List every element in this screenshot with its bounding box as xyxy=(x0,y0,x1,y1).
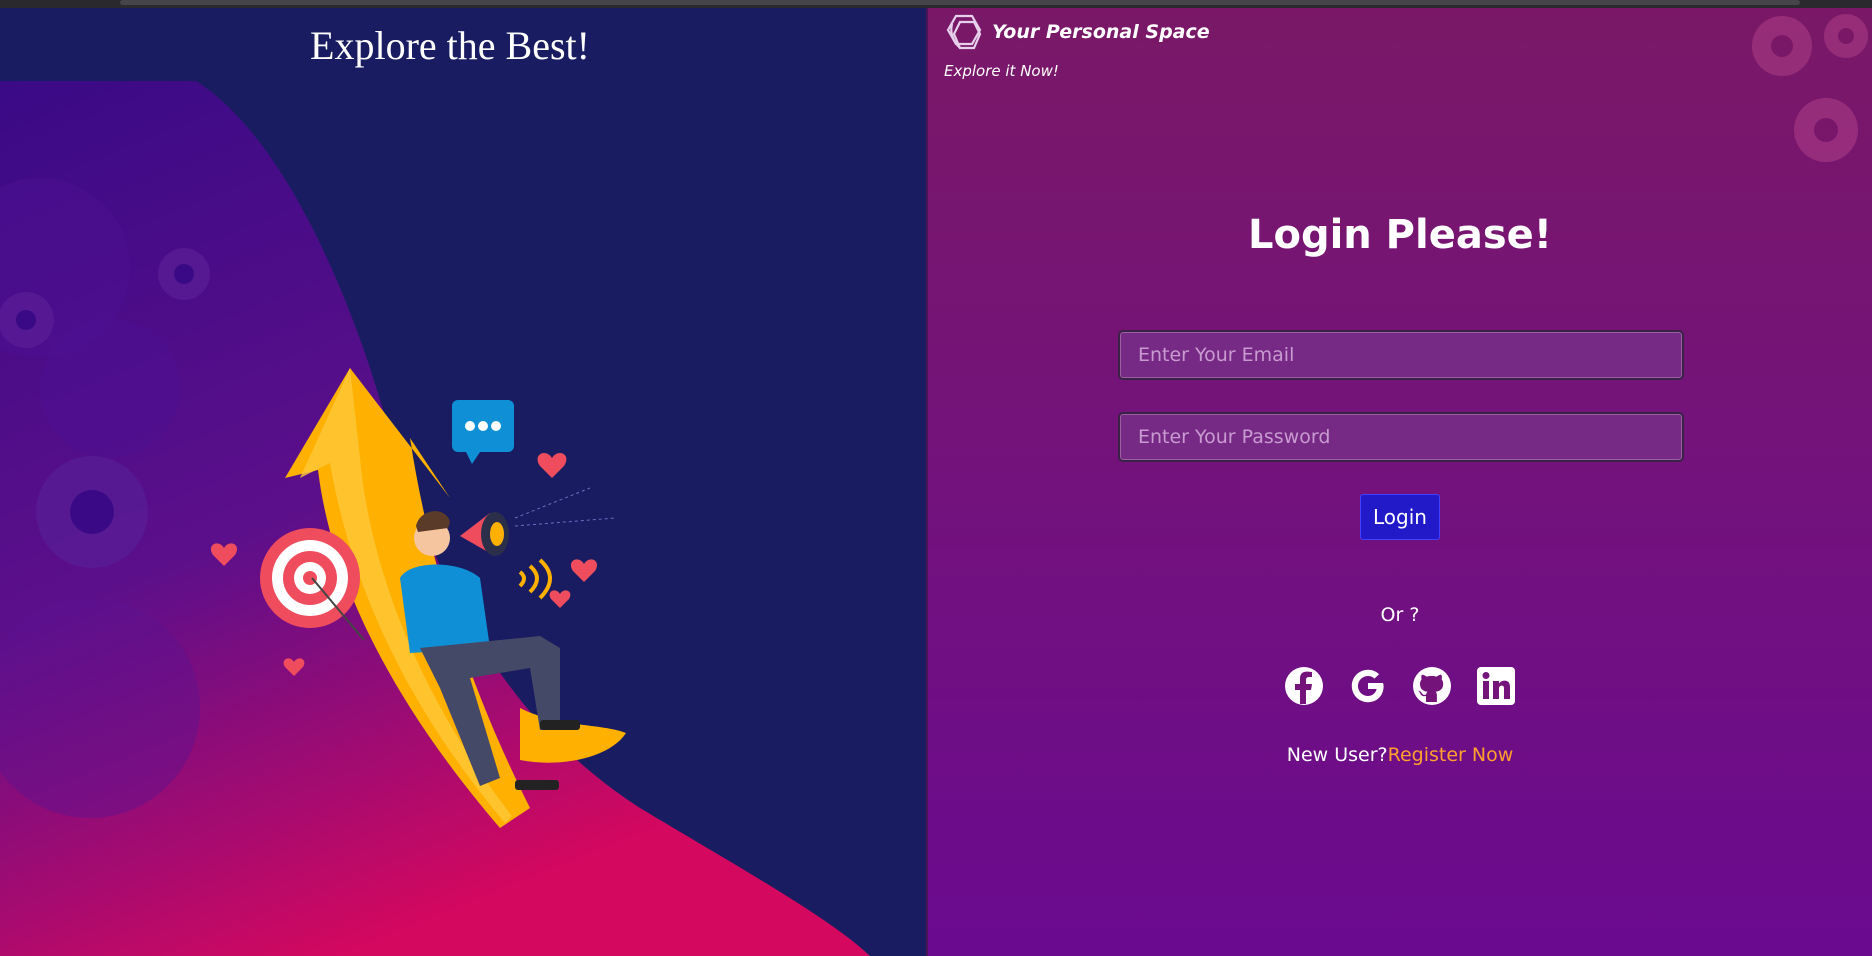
email-field[interactable] xyxy=(1118,330,1684,380)
gear-icon xyxy=(1752,14,1868,162)
login-title: Login Please! xyxy=(1247,212,1553,258)
browser-top-bar xyxy=(0,0,1872,8)
brand-name: Your Personal Space xyxy=(992,21,1210,43)
hero-panel: Explore the Best! xyxy=(0,8,926,956)
brand[interactable]: Your Personal Space xyxy=(942,10,1210,54)
linkedin-icon[interactable] xyxy=(1476,666,1516,706)
or-separator: Or ? xyxy=(1380,604,1420,626)
brand-tagline: Explore it Now! xyxy=(944,62,1059,80)
github-icon[interactable] xyxy=(1412,666,1452,706)
social-login-row xyxy=(928,666,1872,706)
hero-illustration xyxy=(0,81,870,956)
new-user-text: New User? xyxy=(1286,744,1388,766)
register-prompt: New User?Register Now xyxy=(928,744,1872,766)
login-panel: Your Personal Space Explore it Now! Logi… xyxy=(928,8,1872,956)
register-link[interactable]: Register Now xyxy=(1388,744,1514,766)
facebook-icon[interactable] xyxy=(1284,666,1324,706)
hero-headline: Explore the Best! xyxy=(310,23,590,68)
brand-logo-icon xyxy=(946,14,982,50)
password-field[interactable] xyxy=(1118,412,1684,462)
login-button[interactable]: Login xyxy=(1360,494,1440,540)
google-icon[interactable] xyxy=(1348,666,1388,706)
horizontal-scrollbar[interactable] xyxy=(120,0,1800,5)
